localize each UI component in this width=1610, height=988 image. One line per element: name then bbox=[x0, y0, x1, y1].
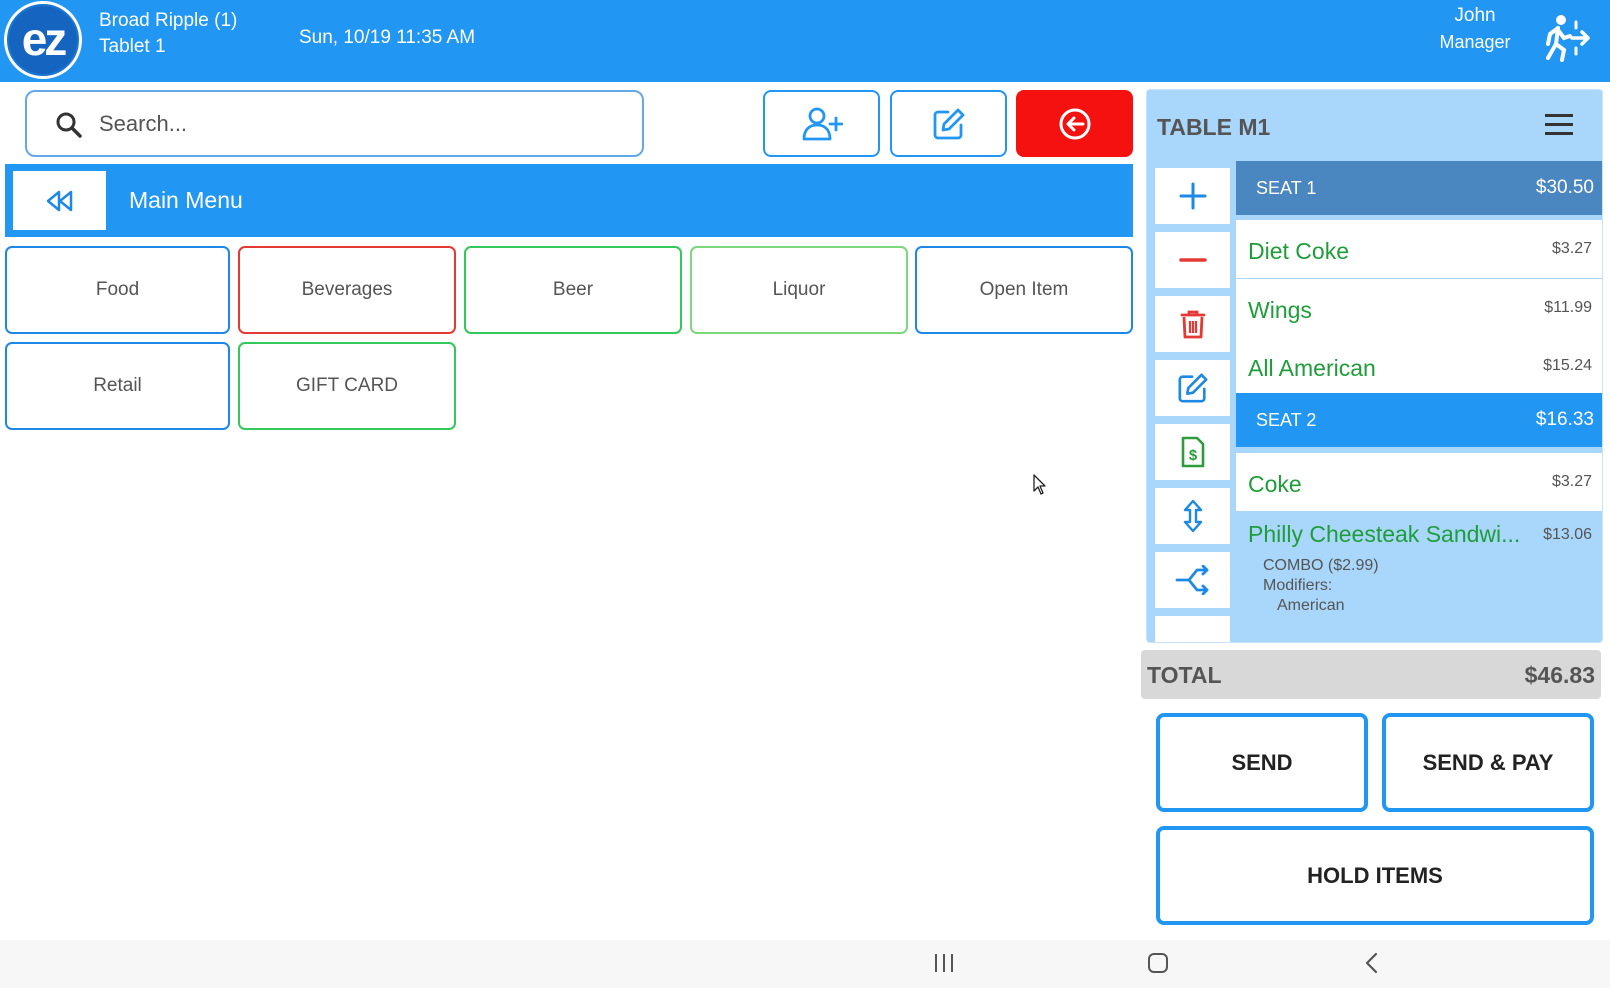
send-button[interactable]: SEND bbox=[1156, 713, 1368, 812]
split-icon bbox=[1175, 565, 1208, 595]
delete-item-button[interactable] bbox=[1155, 296, 1230, 352]
item-price: $13.06 bbox=[1543, 526, 1592, 543]
remove-item-button[interactable] bbox=[1155, 232, 1230, 288]
plus-icon bbox=[1179, 182, 1206, 210]
category-open-item-button[interactable]: Open Item bbox=[915, 246, 1133, 334]
category-label: Food bbox=[95, 279, 140, 300]
item-name: All American bbox=[1248, 355, 1376, 381]
ez-logo: ez bbox=[4, 1, 82, 79]
seat-total: $16.33 bbox=[1535, 409, 1594, 430]
category-label: GIFT CARD bbox=[295, 375, 399, 396]
trash-icon bbox=[1180, 310, 1205, 339]
hamburger-icon[interactable] bbox=[1545, 114, 1573, 140]
search-input[interactable] bbox=[99, 106, 619, 142]
order-total-bar: TOTAL $46.83 bbox=[1141, 650, 1601, 699]
seat-1-header[interactable]: SEAT 1 $30.50 bbox=[1236, 161, 1602, 215]
home-icon[interactable] bbox=[1147, 952, 1169, 974]
category-label: Beverages bbox=[301, 279, 393, 300]
order-items-list: SEAT 1 $30.50 Diet Coke $3.27 Wings $11.… bbox=[1236, 161, 1602, 642]
item-modifiers-label: Modifiers: bbox=[1263, 577, 1333, 594]
order-item-diet-coke[interactable]: Diet Coke $3.27 bbox=[1236, 220, 1602, 278]
pos-app: ez Broad Ripple (1) Tablet 1 Sun, 10/19 … bbox=[0, 0, 1610, 988]
top-header: ez Broad Ripple (1) Tablet 1 Sun, 10/19 … bbox=[0, 0, 1610, 82]
location-info: Broad Ripple (1) Tablet 1 bbox=[99, 8, 237, 60]
edit-order-button[interactable] bbox=[890, 90, 1007, 157]
system-nav-bar bbox=[0, 940, 1610, 988]
move-vertical-icon bbox=[1183, 499, 1202, 533]
item-name: Coke bbox=[1248, 471, 1302, 497]
split-item-button[interactable] bbox=[1155, 552, 1230, 608]
search-icon bbox=[56, 112, 82, 138]
seat-label: SEAT 2 bbox=[1256, 410, 1317, 430]
minus-icon bbox=[1178, 258, 1207, 262]
order-panel: TABLE M1 $ SEAT 1 $30.50 Diet Coke $3.27… bbox=[1146, 89, 1603, 643]
item-price: $15.24 bbox=[1543, 357, 1592, 374]
user-info[interactable]: John Manager bbox=[1420, 3, 1530, 55]
user-role: Manager bbox=[1439, 32, 1511, 52]
hold-items-button[interactable]: HOLD ITEMS bbox=[1156, 826, 1594, 925]
item-price: $3.27 bbox=[1551, 473, 1592, 490]
back-icon[interactable] bbox=[1363, 952, 1381, 974]
circle-arrow-left-icon bbox=[1059, 108, 1090, 139]
order-item-philly-cheesteak[interactable]: Philly Cheesteak Sandwi... $13.06 COMBO … bbox=[1236, 513, 1602, 627]
exit-order-button[interactable] bbox=[1016, 90, 1133, 157]
category-label: Open Item bbox=[979, 279, 1069, 300]
rewind-icon bbox=[46, 190, 72, 211]
category-retail-button[interactable]: Retail bbox=[5, 342, 230, 430]
recent-apps-icon[interactable] bbox=[933, 952, 955, 974]
order-item-wings[interactable]: Wings $11.99 bbox=[1236, 279, 1602, 337]
edit-item-button[interactable] bbox=[1155, 360, 1230, 416]
item-modifier: American bbox=[1277, 597, 1345, 614]
category-food-button[interactable]: Food bbox=[5, 246, 230, 334]
order-item-all-american[interactable]: All American $15.24 bbox=[1236, 337, 1602, 395]
seat-label: SEAT 1 bbox=[1256, 178, 1317, 198]
device-name: Tablet 1 bbox=[99, 36, 166, 57]
item-combo: COMBO ($2.99) bbox=[1263, 557, 1379, 574]
datetime: Sun, 10/19 11:35 AM bbox=[299, 27, 476, 48]
location-name: Broad Ripple (1) bbox=[99, 10, 238, 31]
user-name: John bbox=[1454, 5, 1496, 26]
item-price: $11.99 bbox=[1544, 299, 1592, 316]
running-exit-icon[interactable] bbox=[1536, 14, 1590, 62]
dollar-document-icon: $ bbox=[1181, 436, 1204, 468]
add-item-button[interactable] bbox=[1155, 168, 1230, 224]
add-user-icon bbox=[802, 107, 843, 140]
category-label: Beer bbox=[552, 279, 594, 300]
hold-label: HOLD ITEMS bbox=[1307, 862, 1443, 888]
category-gift-card-button[interactable]: GIFT CARD bbox=[238, 342, 456, 430]
seat-total: $30.50 bbox=[1535, 177, 1594, 198]
item-price: $3.27 bbox=[1551, 240, 1592, 257]
search-box[interactable] bbox=[25, 90, 644, 157]
menu-back-button[interactable] bbox=[13, 171, 106, 230]
category-beer-button[interactable]: Beer bbox=[464, 246, 682, 334]
price-item-button[interactable]: $ bbox=[1155, 424, 1230, 480]
category-label: Retail bbox=[93, 375, 142, 396]
table-title: TABLE M1 bbox=[1157, 114, 1271, 140]
logo-text: ez bbox=[21, 13, 68, 65]
item-name: Philly Cheesteak Sandwi... bbox=[1248, 521, 1521, 547]
seat-2-header[interactable]: SEAT 2 $16.33 bbox=[1236, 393, 1602, 447]
more-actions-button[interactable] bbox=[1155, 616, 1230, 642]
send-pay-label: SEND & PAY bbox=[1422, 749, 1554, 775]
send-label: SEND bbox=[1231, 749, 1293, 775]
total-label: TOTAL bbox=[1147, 662, 1222, 688]
move-item-button[interactable] bbox=[1155, 488, 1230, 544]
category-beverages-button[interactable]: Beverages bbox=[238, 246, 456, 334]
order-item-coke[interactable]: Coke $3.27 bbox=[1236, 453, 1602, 511]
menu-bar: Main Menu bbox=[5, 164, 1133, 237]
category-label: Liquor bbox=[772, 279, 826, 300]
item-name: Wings bbox=[1248, 297, 1312, 323]
add-customer-button[interactable] bbox=[763, 90, 880, 157]
item-name: Diet Coke bbox=[1248, 238, 1349, 264]
svg-text:$: $ bbox=[1188, 447, 1197, 464]
edit-icon bbox=[933, 108, 964, 139]
mouse-cursor-icon bbox=[1033, 474, 1046, 495]
edit-icon bbox=[1178, 373, 1207, 403]
total-value: $46.83 bbox=[1524, 662, 1595, 688]
menu-title: Main Menu bbox=[129, 187, 243, 213]
category-liquor-button[interactable]: Liquor bbox=[690, 246, 908, 334]
send-and-pay-button[interactable]: SEND & PAY bbox=[1382, 713, 1594, 812]
